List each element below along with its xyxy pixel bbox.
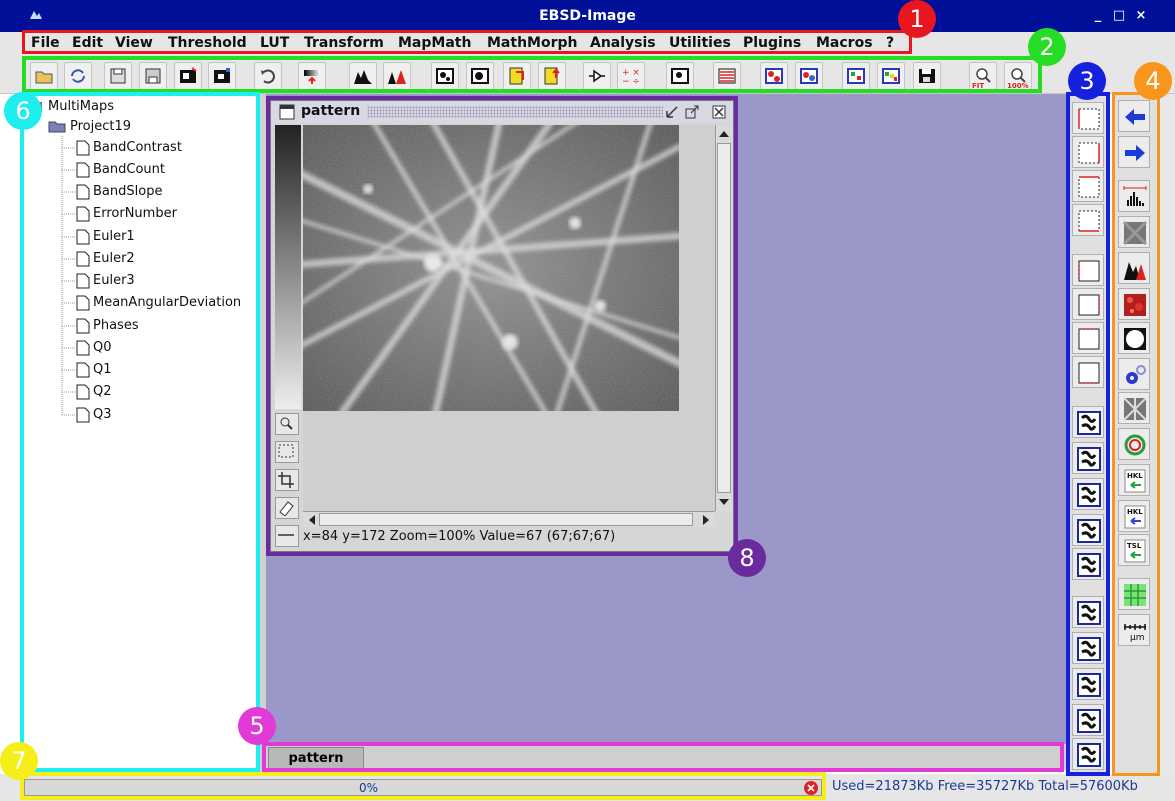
annotation-box-image-window	[266, 96, 738, 556]
annotation-badge-1: 1	[898, 0, 936, 38]
annotation-badge-2: 2	[1028, 28, 1066, 66]
maximize-button[interactable]: □	[1111, 8, 1127, 23]
annotation-box-status	[20, 772, 826, 800]
annotation-box-menu	[22, 30, 912, 54]
annotation-badge-3: 3	[1068, 62, 1106, 100]
window-title: EBSD-Image	[539, 8, 636, 24]
memory-status: Used=21873Kb Free=35727Kb Total=57600Kb	[832, 779, 1138, 794]
annotation-box-tabs	[262, 742, 1064, 772]
annotation-badge-6: 6	[4, 92, 42, 130]
annotation-badge-5: 5	[238, 707, 276, 745]
minimize-button[interactable]: _	[1090, 8, 1106, 23]
annotation-box-tree	[20, 92, 260, 772]
annotation-box-toolbar	[22, 56, 1042, 93]
annotation-badge-8: 8	[728, 539, 766, 577]
title-bar: EBSD-Image _ □ ×	[0, 0, 1175, 32]
annotation-box-roi-tools	[1066, 92, 1110, 776]
annotation-box-map-tools	[1112, 92, 1160, 776]
annotation-badge-4: 4	[1134, 62, 1172, 100]
annotation-badge-7: 7	[0, 742, 38, 780]
close-button[interactable]: ×	[1133, 8, 1149, 23]
